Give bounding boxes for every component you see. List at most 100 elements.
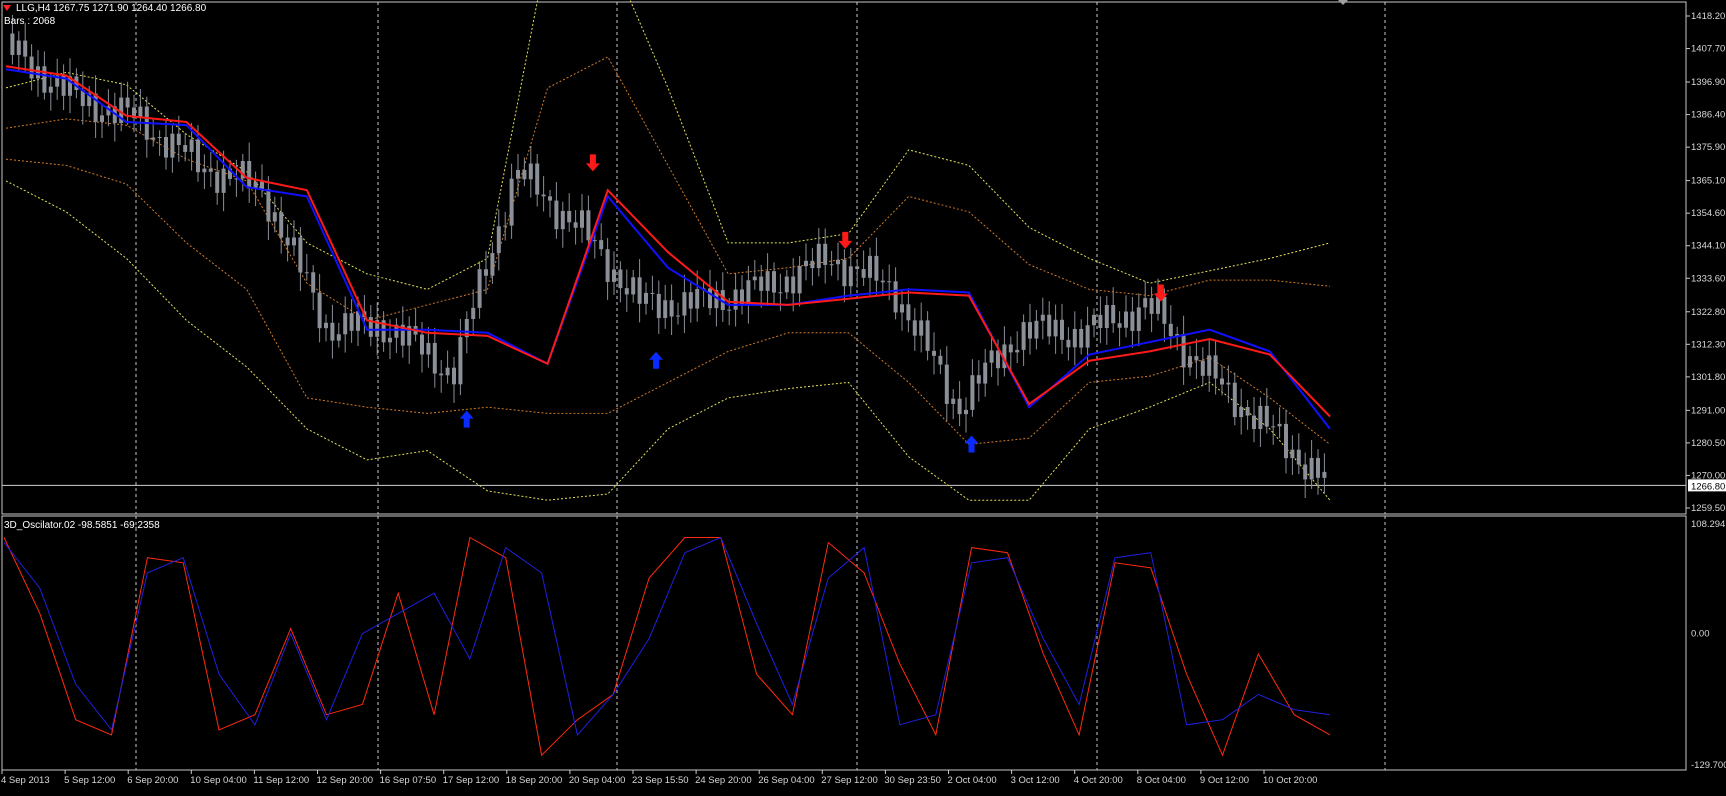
price-tick-label: 1365.10 [1691, 176, 1725, 187]
candle-body [1258, 405, 1263, 430]
candle-body [176, 133, 181, 146]
envelope-bands [5, 0, 1331, 501]
chart-canvas[interactable]: 1418.20 1407.70 1396.90 1386.40 1375.90 1365.… [0, 0, 1726, 791]
time-tick-label: 26 Sep 04:00 [758, 775, 815, 786]
price-tick-label: 1375.90 [1691, 142, 1725, 153]
candle-body [535, 163, 540, 195]
candle-body [247, 160, 252, 189]
band-lower-outer [5, 180, 1331, 501]
candle-body [893, 281, 898, 313]
candle-body [925, 320, 930, 351]
candle-body [887, 281, 892, 283]
price-tick-label: 1396.90 [1691, 77, 1725, 88]
bars-count: Bars : 2068 [4, 16, 56, 27]
time-tick-label: 3 Oct 12:00 [1011, 775, 1060, 786]
price-tick-label: 1301.80 [1691, 372, 1725, 383]
candle-body [682, 292, 687, 316]
candle-body [1239, 407, 1244, 418]
candle-body [1072, 328, 1077, 348]
candle-body [727, 309, 732, 311]
candle-body [151, 137, 156, 140]
candle-body [1232, 382, 1237, 418]
current-price-label: 1266.80 [1691, 481, 1725, 492]
time-tick-label: 2 Oct 04:00 [948, 775, 997, 786]
candle-body [919, 320, 924, 336]
candle-body [1322, 471, 1327, 478]
candle-body [292, 237, 296, 246]
time-tick-label: 30 Sep 23:50 [884, 775, 941, 786]
candles [10, 14, 1327, 499]
candle-body [1226, 382, 1231, 385]
candle-body [221, 168, 226, 193]
time-tick-label: 9 Oct 12:00 [1200, 775, 1249, 786]
candle-body [1111, 305, 1116, 324]
chart-frame [1, 1, 1687, 771]
candle-body [765, 271, 770, 291]
price-tick-label: 1291.00 [1691, 405, 1725, 416]
candle-body [1284, 423, 1288, 459]
candle-body [1220, 378, 1224, 385]
candle-body [16, 40, 21, 55]
candle-body [496, 226, 501, 254]
candle-body [516, 169, 520, 179]
candle-body [791, 276, 796, 294]
symbol-info: LLG,H4 1267.75 1271.90 1264.40 1266.80 [16, 3, 207, 14]
price-tick-label: 1344.10 [1691, 241, 1725, 252]
time-tick-label: 17 Sep 12:00 [443, 775, 500, 786]
candle-body [1271, 426, 1276, 428]
candle-body [900, 304, 904, 313]
candle-body [1213, 355, 1218, 379]
price-tick-label: 1280.50 [1691, 438, 1725, 449]
candle-body [631, 277, 636, 295]
price-tick-label: 1333.60 [1691, 273, 1725, 284]
candle-body [42, 66, 47, 93]
candle-body [215, 171, 220, 193]
candle-body [279, 212, 284, 238]
candle-body [804, 260, 808, 267]
candle-body [1098, 314, 1103, 328]
time-tick-label: 5 Sep 12:00 [64, 775, 115, 786]
band-lower-inner [5, 158, 1331, 445]
ma-blue-line [5, 68, 1331, 430]
candle-body [1066, 339, 1071, 348]
candle-body [452, 367, 456, 385]
candle-body [989, 350, 994, 363]
candle-body [484, 269, 488, 276]
candle-body [1104, 305, 1109, 328]
candle-body [29, 56, 34, 79]
candle-body [343, 313, 348, 335]
candle-body [957, 398, 962, 415]
osc-tick-label: 108.2947 [1691, 519, 1726, 530]
candle-body [208, 168, 213, 172]
time-tick-label: 10 Oct 20:00 [1263, 775, 1317, 786]
candle-body [426, 342, 431, 355]
candle-body [1034, 320, 1039, 339]
candle-body [605, 249, 610, 282]
osc-red-line [3, 536, 1331, 757]
candle-body [912, 320, 917, 336]
candle-body [880, 280, 885, 283]
candle-body [823, 243, 828, 265]
candle-body [1124, 311, 1128, 328]
vertical-grid [135, 2, 1386, 770]
candle-body [810, 260, 815, 269]
candle-body [676, 315, 680, 317]
candle-body [1136, 307, 1141, 331]
candle-body [848, 266, 853, 287]
candle-body [1194, 356, 1199, 361]
time-tick-label: 18 Sep 20:00 [506, 775, 563, 786]
chart-window[interactable]: 1418.20 1407.70 1396.90 1386.40 1375.90 1365.… [0, 0, 1726, 791]
candle-body [298, 237, 303, 273]
candle-body [1207, 355, 1212, 376]
candle-body [906, 304, 911, 321]
sell-arrow-icon [585, 154, 600, 172]
candle-body [592, 240, 597, 242]
candle-body [708, 288, 712, 309]
candle-body [951, 398, 956, 404]
candle-body [938, 355, 943, 365]
oscillator-info: 3D_Oscilator.02 -98.5851 -69.2358 [4, 520, 160, 531]
candle-body [778, 292, 783, 294]
price-tick-label: 1407.70 [1691, 44, 1725, 55]
candle-body [1303, 464, 1308, 480]
candle-body [746, 280, 751, 305]
